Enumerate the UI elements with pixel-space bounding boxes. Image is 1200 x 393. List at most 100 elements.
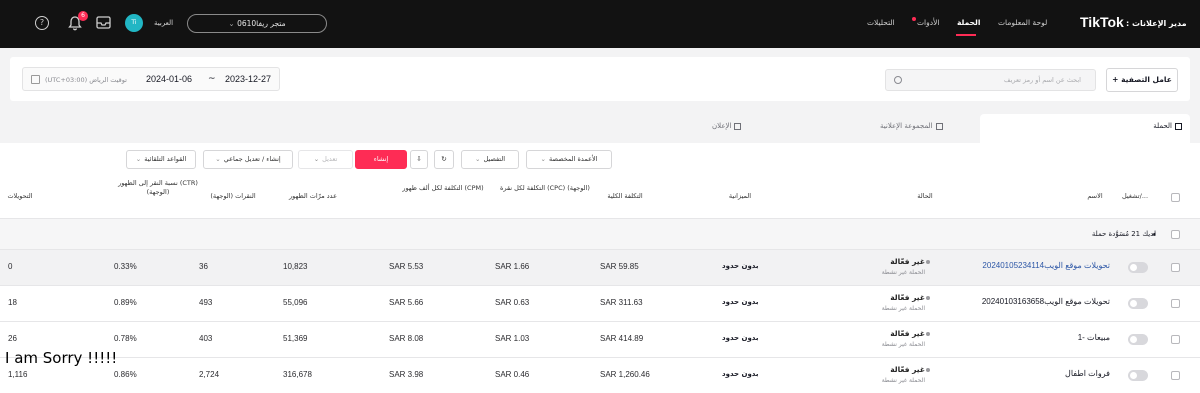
header-cpc[interactable]: التكلفة لكل نقرة (CPC) (الوجهة) [500, 184, 590, 193]
header-name[interactable]: الاسم [1080, 192, 1110, 201]
cell-budget: بدون حدود [722, 370, 759, 378]
chevron-down-icon: ⌄ [540, 155, 546, 163]
cell-clicks: 403 [199, 334, 213, 343]
top-navigation-bar: ? 6 Ti العربية ⌄ متجر ريفا0610 التحليلات… [0, 0, 1200, 48]
date-end: 2024-01-06 [146, 74, 193, 84]
campaign-name-link[interactable]: مبيعات -1 [1078, 333, 1110, 342]
drafts-group-row[interactable]: ◂ لديك 21 مُسَوَّدة حملة [0, 219, 1200, 250]
campaign-name-link[interactable]: فروات اطفال [1065, 369, 1110, 378]
language-switcher[interactable]: العربية [154, 19, 173, 27]
row-checkbox[interactable] [1171, 263, 1180, 272]
edit-dropdown[interactable]: ⌄ تعديل [298, 150, 353, 169]
help-icon[interactable]: ? [35, 16, 49, 30]
filter-bar: (UTC+03:00) توقيت الرياض 2024-01-06 ~ 20… [10, 57, 1190, 101]
cell-clicks: 2,724 [199, 370, 220, 379]
cell-ctr: 0.33% [114, 262, 137, 271]
breakdown-label: التفصيل [483, 155, 505, 163]
cell-clicks: 493 [199, 298, 213, 307]
header-clicks[interactable]: النقرات (الوجهة) [198, 192, 268, 201]
chevron-down-icon: ⌄ [215, 155, 221, 163]
status-sublabel: الحملة غير نشطة [881, 341, 925, 348]
export-icon[interactable]: ⇩ [410, 150, 428, 169]
date-start: 2023-12-27 [225, 74, 272, 84]
calendar-icon [31, 75, 40, 84]
refresh-icon[interactable]: ↻ [434, 150, 454, 169]
status-label: غير فعّالة [890, 365, 925, 374]
cell-cpm: SAR 3.98 [389, 370, 424, 379]
select-all-checkbox[interactable] [1171, 193, 1180, 202]
header-status[interactable]: الحالة [905, 192, 945, 201]
campaign-toggle[interactable] [1128, 262, 1148, 273]
inbox-icon[interactable] [96, 16, 111, 29]
account-selector[interactable]: ⌄ متجر ريفا0610 [187, 14, 327, 33]
header-cpm[interactable]: التكلفة لكل ألف ظهور (CPM) [398, 184, 488, 193]
cell-budget: بدون حدود [722, 262, 759, 270]
automated-rules-dropdown[interactable]: ⌄ القواعد التلقائية [126, 150, 196, 169]
tab-ad-label: الإعلان [712, 122, 732, 130]
date-separator: ~ [208, 74, 216, 84]
cell-impressions: 51,369 [283, 334, 308, 343]
new-indicator-dot [912, 17, 916, 21]
account-name: متجر ريفا0610 [237, 19, 286, 28]
header-impressions[interactable]: عدد مرّات الظهور [278, 192, 348, 201]
cell-total-cost: SAR 414.89 [600, 334, 644, 343]
cell-total-cost: SAR 311.63 [600, 298, 643, 307]
cell-impressions: 10,823 [283, 262, 308, 271]
cell-conversions: 26 [8, 334, 17, 343]
campaign-toggle[interactable] [1128, 334, 1148, 345]
add-filter-button[interactable]: + عامل التصفية [1106, 68, 1178, 92]
campaign-toggle[interactable] [1128, 298, 1148, 309]
status-label: غير فعّالة [890, 293, 925, 302]
cell-impressions: 55,096 [283, 298, 308, 307]
row-checkbox[interactable] [1171, 371, 1180, 380]
cell-cpc: SAR 0.46 [495, 370, 530, 379]
cell-budget: بدون حدود [722, 334, 759, 342]
header-ctr[interactable]: نسبة النقر إلى الظهور (CTR) (الوجهة) [118, 179, 198, 197]
tab-ad[interactable]: الإعلان [712, 114, 772, 143]
table-row[interactable]: 0 0.33% 36 10,823 SAR 5.53 SAR 1.66 SAR … [0, 250, 1200, 286]
chevron-down-icon: ⌄ [228, 19, 238, 28]
adgroup-icon [935, 122, 943, 130]
header-budget[interactable]: الميزانية [715, 192, 765, 201]
nav-campaign[interactable]: الحملة [957, 18, 980, 27]
header-conversions[interactable]: التحويلات [0, 192, 40, 201]
cell-impressions: 316,678 [283, 370, 312, 379]
table-header: التحويلات نسبة النقر إلى الظهور (CTR) (ا… [0, 177, 1200, 219]
campaign-name-link[interactable]: تحويلات موقع الويب20240103163658 [982, 297, 1110, 306]
tab-campaign-label: الحملة [1153, 122, 1172, 130]
tab-adgroup-label: المجموعة الإعلانية [880, 122, 933, 130]
edit-label: تعديل [322, 155, 338, 163]
campaign-name-link[interactable]: تحويلات موقع الويب20240105234114 [982, 261, 1110, 270]
table-row[interactable]: 18 0.89% 493 55,096 SAR 5.66 SAR 0.63 SA… [0, 286, 1200, 322]
search-icon [894, 76, 902, 84]
status-dot-icon [926, 368, 930, 372]
campaign-toggle[interactable] [1128, 370, 1148, 381]
row-checkbox[interactable] [1171, 299, 1180, 308]
date-range-picker[interactable]: (UTC+03:00) توقيت الرياض 2024-01-06 ~ 20… [22, 67, 280, 91]
cell-cpc: SAR 1.66 [495, 262, 530, 271]
overlay-text: I am Sorry !!!!! [5, 349, 118, 367]
cell-clicks: 36 [199, 262, 208, 271]
nav-tools[interactable]: الأدوات [917, 18, 939, 27]
create-button[interactable]: إنشاء [355, 150, 407, 169]
nav-dashboard[interactable]: لوحة المعلومات [998, 18, 1047, 27]
group-checkbox[interactable] [1171, 230, 1180, 239]
row-checkbox[interactable] [1171, 335, 1180, 344]
nav-active-underline [956, 34, 976, 36]
timezone-label: (UTC+03:00) توقيت الرياض [45, 76, 127, 84]
nav-analytics[interactable]: التحليلات [867, 18, 895, 27]
cell-ctr: 0.89% [114, 298, 137, 307]
table-row[interactable]: 26 0.78% 403 51,369 SAR 8.08 SAR 1.03 SA… [0, 322, 1200, 358]
tab-campaign[interactable]: الحملة [980, 114, 1190, 143]
header-onoff[interactable]: تشغيل/... [1110, 192, 1160, 201]
tab-adgroup[interactable]: المجموعة الإعلانية [880, 114, 970, 143]
chevron-down-icon: ⌄ [135, 155, 142, 163]
custom-columns-dropdown[interactable]: ⌄ الأعمدة المخصصة [526, 150, 612, 169]
bulk-edit-dropdown[interactable]: ⌄ إنشاء / تعديل جماعي [203, 150, 293, 169]
header-total-cost[interactable]: التكلفة الكلية [590, 192, 660, 201]
table-row[interactable]: 1,116 0.86% 2,724 316,678 SAR 3.98 SAR 0… [0, 358, 1200, 393]
tiktok-logo[interactable]: TikTok [1080, 14, 1124, 30]
avatar[interactable]: Ti [125, 14, 143, 32]
breakdown-dropdown[interactable]: ⌄ التفصيل [461, 150, 519, 169]
search-input[interactable]: ابحث عن اسم أو رمز تعريف [885, 69, 1096, 91]
